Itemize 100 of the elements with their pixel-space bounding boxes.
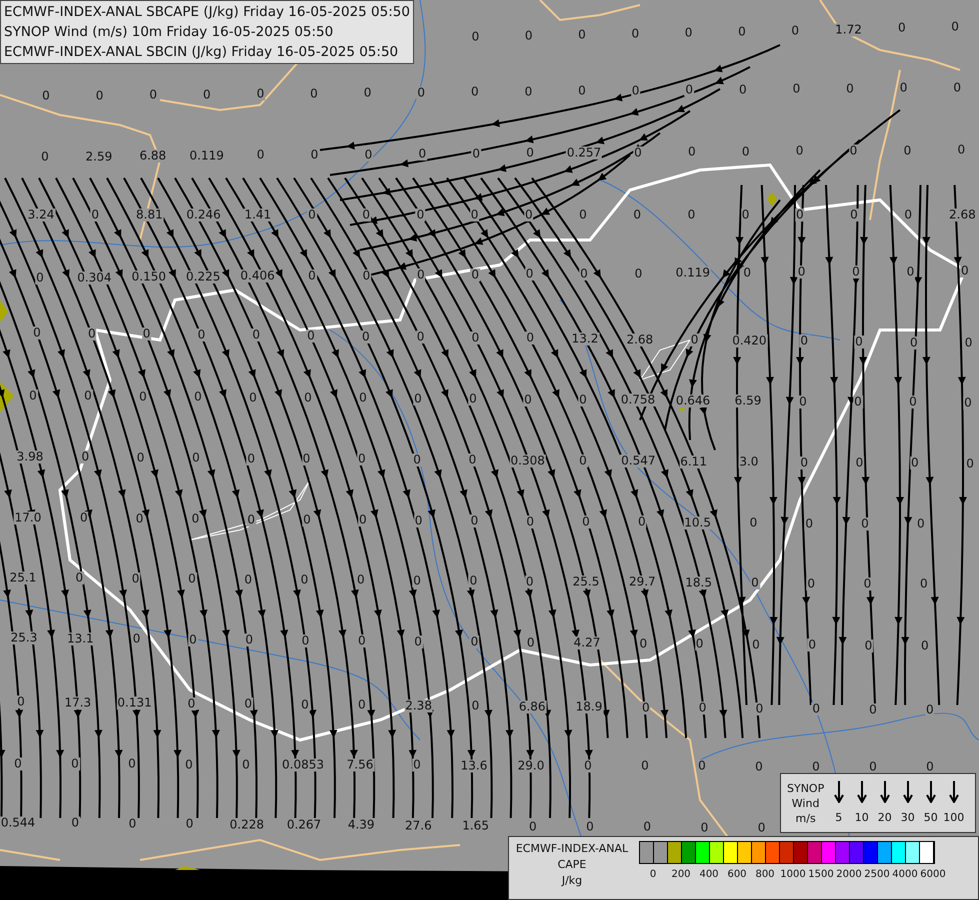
- map-value-label: 0: [470, 268, 480, 282]
- map-value-label: 0.131: [116, 696, 153, 710]
- cape-tick-label: 2000: [836, 870, 862, 880]
- map-value-label: 0.547: [620, 454, 656, 468]
- map-value-label: 0: [577, 28, 587, 42]
- map-value-label: 0: [748, 516, 758, 530]
- map-value-label: 0: [244, 634, 254, 646]
- map-value-label: 0: [524, 85, 534, 98]
- map-value-label: 0: [524, 30, 534, 43]
- map-value-label: 3.0: [738, 456, 760, 469]
- map-value-label: 0: [794, 208, 805, 222]
- map-value-label: 0.406: [239, 270, 276, 283]
- map-value-label: 0: [578, 454, 588, 468]
- map-value-label: 0: [364, 148, 374, 162]
- map-value-label: 0: [148, 88, 158, 102]
- map-value-label: 0: [362, 269, 372, 282]
- map-value-label: 0: [854, 336, 864, 348]
- map-value-label: 29.7: [628, 576, 657, 589]
- map-value-label: 0.758: [620, 394, 656, 407]
- cape-tick-label: 200: [671, 870, 691, 880]
- map-value-label: 0: [634, 267, 644, 280]
- map-value-label: 29.0: [516, 759, 546, 772]
- map-value-label: 0: [868, 703, 878, 716]
- map-value-label: 0: [811, 760, 821, 774]
- map-value-label: 0: [794, 144, 804, 158]
- wind-speed-label: 100: [943, 811, 964, 825]
- map-value-label: 0: [851, 266, 861, 278]
- map-value-label: 0: [845, 82, 855, 95]
- map-value-label: 0: [640, 760, 650, 773]
- map-value-label: 0: [184, 758, 194, 772]
- map-value-label: 0: [138, 390, 148, 404]
- map-value-label: 0: [632, 208, 642, 222]
- down-arrow-icon: [880, 781, 890, 803]
- map-value-label: 3.98: [16, 450, 44, 464]
- map-value-label: 0: [686, 146, 697, 159]
- map-value-label: 0: [577, 84, 587, 98]
- map-value-label: 0: [417, 148, 428, 161]
- map-value-label: 0: [40, 150, 50, 164]
- map-value-label: 0: [636, 516, 647, 529]
- map-value-label: 0: [191, 452, 201, 465]
- wind-legend-title: Wind: [792, 796, 820, 810]
- map-value-label: 0: [302, 452, 312, 466]
- map-title-line: ECMWF-INDEX-ANAL SBCIN (J/kg) Friday 16-05-2025 05:50: [4, 43, 400, 61]
- map-value-label: 0: [246, 513, 256, 526]
- cape-tick-label: 4000: [892, 870, 918, 880]
- map-value-label: 0: [740, 208, 750, 222]
- map-value-label: 0: [184, 818, 194, 831]
- map-value-label: 0: [579, 268, 589, 280]
- map-value-label: 0: [310, 148, 320, 162]
- map-value-label: 0: [750, 576, 760, 590]
- map-value-label: 0: [470, 636, 480, 648]
- down-arrow-icon: [856, 781, 867, 803]
- map-value-label: 8.81: [135, 208, 164, 222]
- map-value-label: 0: [243, 573, 253, 586]
- map-value-label: 0: [737, 25, 747, 38]
- wind-legend-title: SYNOP: [787, 780, 824, 796]
- map-value-label: 0: [860, 518, 870, 530]
- map-value-label: 0.420: [731, 334, 768, 348]
- wind-speed-label: 20: [878, 811, 892, 825]
- map-value-label: 0: [756, 822, 766, 835]
- map-value-label: 0.119: [674, 266, 711, 280]
- map-value-label: 1.65: [461, 820, 490, 833]
- map-value-label: 0.150: [130, 270, 167, 284]
- cape-legend-title: J/kg: [562, 873, 582, 889]
- map-value-label: 0: [585, 820, 595, 834]
- map-value-label: 0: [35, 272, 45, 284]
- map-value-label: 0: [470, 208, 480, 222]
- map-value-label: 0: [965, 457, 975, 470]
- map-value-label: 25.3: [10, 632, 38, 644]
- map-value-label: 0: [796, 266, 806, 279]
- map-value-label: 0: [925, 760, 935, 774]
- map-value-label: 0: [918, 578, 929, 591]
- map-value-label: 0: [470, 700, 480, 712]
- map-value-label: 0: [41, 90, 51, 102]
- map-value-label: 0: [804, 517, 814, 530]
- map-value-label: 0: [468, 392, 478, 406]
- map-value-label: 0: [700, 821, 710, 834]
- map-value-label: 6.59: [734, 394, 762, 408]
- map-value-label: 13.6: [460, 759, 488, 772]
- map-title-line: ECMWF-INDEX-ANAL SBCAPE (J/kg) Friday 16-05-2025 05:50: [4, 3, 410, 21]
- map-value-label: 0: [916, 518, 926, 531]
- map-value-label: 3.24: [26, 208, 56, 222]
- map-value-label: 0: [128, 817, 138, 830]
- map-value-label: 0: [694, 638, 704, 650]
- map-value-label: 0: [142, 328, 152, 341]
- map-value-label: 0: [470, 30, 480, 44]
- map-value-label: 0: [698, 702, 708, 714]
- map-value-label: 0: [356, 452, 367, 466]
- wind-speed-label: 10: [854, 811, 869, 825]
- map-value-label: 0: [525, 515, 535, 528]
- map-value-label: 0: [853, 396, 863, 408]
- map-value-label: 0: [811, 702, 821, 716]
- map-value-label: 0: [80, 450, 90, 464]
- wind-legend-title: m/s: [796, 810, 816, 826]
- map-value-label: 0.544: [0, 816, 36, 830]
- map-value-label: 0.646: [674, 394, 712, 408]
- down-arrow-icon: [948, 781, 959, 803]
- map-value-label: 13.2: [570, 332, 600, 346]
- map-value-label: 0: [578, 394, 588, 406]
- map-value-label: 0: [964, 336, 974, 350]
